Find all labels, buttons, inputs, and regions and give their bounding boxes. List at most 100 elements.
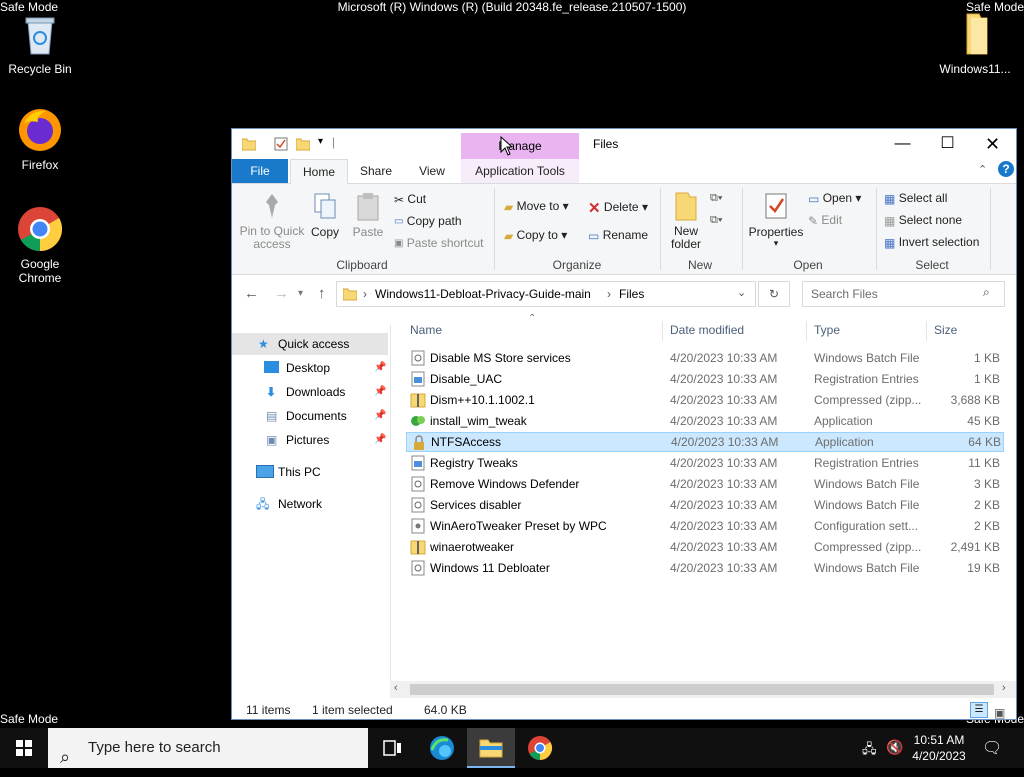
file-row[interactable]: Services disabler 4/20/2023 10:33 AM Windo… [406, 495, 1004, 515]
rename-button[interactable]: ▭ Rename [588, 228, 648, 243]
tab-application-tools[interactable]: Application Tools [461, 159, 579, 183]
desktop-icon-chrome[interactable]: Google Chrome [0, 205, 80, 285]
taskbar-search-box[interactable]: ⌕ Type here to search [48, 728, 368, 768]
new-folder-quick-icon[interactable] [295, 137, 311, 154]
file-size: 45 KB [967, 414, 1000, 428]
pin-quick-access-button[interactable]: Pin to Quick access [238, 190, 306, 251]
address-dropdown-icon[interactable]: ⌄ [737, 286, 746, 299]
scroll-thumb[interactable] [410, 684, 994, 695]
refresh-button[interactable]: ↻ [758, 281, 790, 307]
nav-item-desktop[interactable]: Desktop 📌 [232, 357, 388, 379]
desktop-icon-folder[interactable]: Windows11... [935, 10, 1015, 76]
recent-locations-icon[interactable]: ▾ [298, 288, 303, 299]
large-icons-view-icon[interactable]: ▣ [994, 702, 1005, 724]
file-row[interactable]: WinAeroTweaker Preset by WPC 4/20/2023 10… [406, 516, 1004, 536]
column-divider[interactable] [806, 321, 807, 341]
file-row[interactable]: Windows 11 Debloater 4/20/2023 10:33 AM Wi… [406, 558, 1004, 578]
file-row[interactable]: install_wim_tweak 4/20/2023 10:33 AM Appli… [406, 411, 1004, 431]
file-row[interactable]: Registry Tweaks 4/20/2023 10:33 AM Registr… [406, 453, 1004, 473]
easy-access-icon[interactable]: ⧉▾ [710, 214, 722, 227]
taskbar-clock[interactable]: 10:51 AM 4/20/2023 [904, 732, 974, 764]
move-to-icon: ▰ [504, 199, 514, 214]
tab-manage[interactable]: Manage [461, 133, 579, 159]
close-button[interactable]: ✕ [970, 129, 1015, 159]
desktop-icon-firefox[interactable]: Firefox [0, 106, 80, 172]
up-arrow-icon[interactable]: ↑ [318, 285, 326, 302]
breadcrumb-chevron-icon[interactable]: › [363, 287, 367, 301]
volume-muted-icon[interactable]: 🔇 [886, 739, 903, 756]
minimize-button[interactable]: — [880, 129, 925, 159]
maximize-button[interactable]: ☐ [925, 129, 970, 159]
title-bar[interactable]: ▾ | Manage Files — ☐ ✕ [232, 129, 1016, 159]
taskbar-chrome[interactable] [516, 728, 564, 768]
nav-item-this-pc[interactable]: This PC [232, 461, 388, 483]
file-row[interactable]: Dism++10.1.1002.1 4/20/2023 10:33 AM Compr… [406, 390, 1004, 410]
cut-button[interactable]: ✂ Cut [394, 192, 426, 207]
task-view-button[interactable] [368, 728, 416, 768]
breadcrumb-item[interactable]: Windows11-Debloat-Privacy-Guide-main [375, 287, 591, 301]
scroll-right-icon[interactable]: › [1002, 682, 1006, 694]
nav-item-network[interactable]: 🖧 Network [232, 493, 388, 515]
copy-to-button[interactable]: ▰ Copy to ▾ [504, 228, 567, 243]
tab-share[interactable]: Share [350, 159, 402, 183]
notification-icon[interactable]: 🗨 [982, 738, 1002, 758]
select-all-button[interactable]: ▦ Select all [884, 191, 947, 206]
nav-item-documents[interactable]: ▤ Documents 📌 [232, 405, 388, 427]
taskbar-edge[interactable] [418, 728, 466, 768]
pin-icon[interactable]: 📌 [374, 357, 386, 379]
breadcrumb-chevron-icon[interactable]: › [607, 287, 611, 301]
desktop-icon-recycle-bin[interactable]: Recycle Bin [0, 10, 80, 76]
column-header-size[interactable]: Size [934, 317, 957, 343]
tab-view[interactable]: View [406, 159, 458, 183]
file-row[interactable]: Remove Windows Defender 4/20/2023 10:33 A… [406, 474, 1004, 494]
address-bar[interactable]: › Windows11-Debloat-Privacy-Guide-main ›… [336, 281, 756, 307]
tab-home[interactable]: Home [290, 159, 348, 184]
refresh-icon: ↻ [768, 287, 780, 301]
new-item-icon[interactable]: ⧉▾ [710, 192, 722, 205]
column-divider[interactable] [662, 321, 663, 341]
edit-button[interactable]: ✎ Edit [808, 213, 842, 228]
new-folder-button[interactable]: New folder [666, 190, 706, 251]
delete-button[interactable]: ✕ Delete ▾ [588, 199, 648, 217]
paste-shortcut-button[interactable]: ▣ Paste shortcut [394, 236, 484, 250]
column-header-date[interactable]: Date modified [670, 317, 744, 343]
column-header-type[interactable]: Type [814, 317, 840, 343]
scroll-left-icon[interactable]: ‹ [394, 682, 398, 694]
file-name: install_wim_tweak [430, 414, 527, 428]
back-arrow-icon[interactable]: ← [244, 285, 259, 302]
nav-item-pictures[interactable]: ▣ Pictures 📌 [232, 429, 388, 451]
invert-selection-button[interactable]: ▦ Invert selection [884, 235, 979, 250]
open-button[interactable]: ▭ Open ▾ [808, 191, 861, 206]
nav-item-quick-access[interactable]: ★ Quick access [232, 333, 388, 355]
forward-arrow-icon[interactable]: → [274, 285, 289, 302]
file-explorer-window[interactable]: ▾ | Manage Files — ☐ ✕ File Home Share V… [231, 128, 1017, 720]
copy-button[interactable]: Copy [308, 190, 342, 239]
pin-icon[interactable]: 📌 [374, 429, 386, 451]
pin-icon[interactable]: 📌 [374, 381, 386, 403]
search-input[interactable]: Search Files ⌕ [802, 281, 1005, 307]
properties-quick-icon[interactable] [274, 137, 288, 154]
collapse-ribbon-icon[interactable]: ⌃ [978, 163, 987, 176]
select-none-button[interactable]: ▦ Select none [884, 213, 962, 228]
properties-button[interactable]: Properties ▾ [748, 190, 804, 248]
nav-item-downloads[interactable]: ⬇ Downloads 📌 [232, 381, 388, 403]
file-row[interactable]: Disable MS Store services 4/20/2023 10:33… [406, 348, 1004, 368]
customize-toolbar-icon[interactable]: ▾ [318, 136, 323, 147]
tab-file[interactable]: File [232, 159, 288, 183]
pin-icon[interactable]: 📌 [374, 405, 386, 427]
taskbar-file-explorer[interactable] [467, 728, 515, 768]
network-status-icon[interactable]: 🖧 [862, 740, 877, 762]
horizontal-scrollbar[interactable]: ‹ › [390, 681, 1016, 698]
details-view-icon[interactable]: ☰ [970, 702, 988, 718]
file-row[interactable]: Disable_UAC 4/20/2023 10:33 AM Registratio… [406, 369, 1004, 389]
file-row[interactable]: winaerotweaker 4/20/2023 10:33 AM Compress… [406, 537, 1004, 557]
help-icon[interactable]: ? [998, 161, 1014, 177]
file-row[interactable]: NTFSAccess 4/20/2023 10:33 AM Application 6… [406, 432, 1004, 452]
copy-path-button[interactable]: ▭ Copy path [394, 214, 462, 228]
column-divider[interactable] [926, 321, 927, 341]
move-to-button[interactable]: ▰ Move to ▾ [504, 199, 569, 214]
column-header-name[interactable]: Name [410, 317, 442, 343]
paste-button[interactable]: Paste [350, 190, 386, 239]
breadcrumb-item[interactable]: Files [619, 287, 644, 301]
start-button[interactable] [0, 728, 48, 768]
